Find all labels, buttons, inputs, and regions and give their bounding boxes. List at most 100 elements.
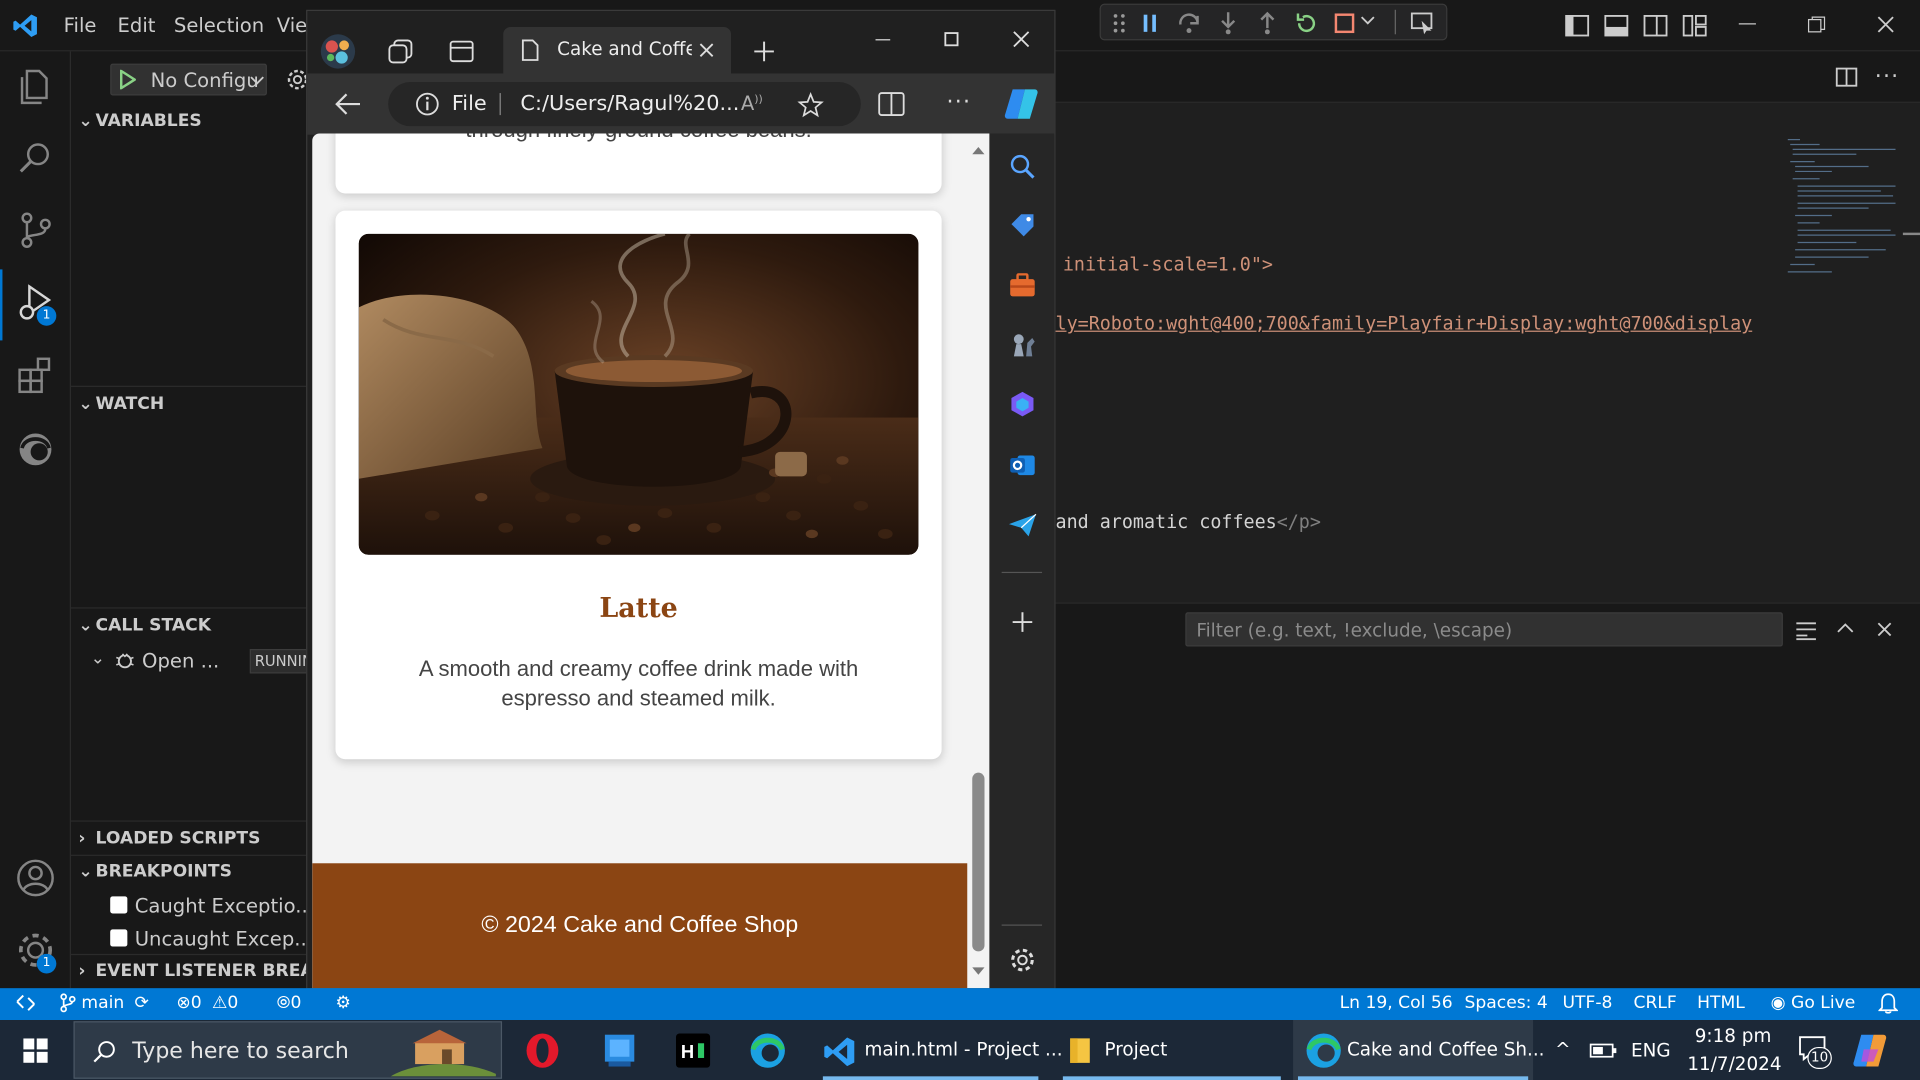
copilot-m365-icon[interactable] (1009, 391, 1036, 418)
tab-actions-icon[interactable] (449, 39, 474, 63)
encoding-status[interactable]: UTF-8 (1562, 993, 1612, 1013)
add-sidebar-app-icon[interactable] (1011, 611, 1033, 633)
branch-status[interactable]: main ⟳ (59, 993, 149, 1013)
minimize-icon[interactable] (1738, 23, 1756, 25)
sync-icon[interactable]: ⟳ (135, 993, 149, 1013)
games-chess-icon[interactable] (1009, 332, 1036, 359)
run-debug-icon[interactable]: 1 (12, 279, 59, 326)
profile-avatar[interactable] (320, 33, 357, 70)
drag-handle-icon[interactable] (1113, 13, 1125, 33)
sidebar-search-icon[interactable] (1009, 153, 1036, 180)
cursor-position[interactable]: Ln 19, Col 56 (1340, 993, 1453, 1013)
call-stack-item[interactable]: ⌄ Open ... RUNNING (91, 647, 324, 674)
extensions-icon[interactable] (12, 353, 59, 400)
stop-icon[interactable] (1333, 12, 1355, 34)
ports-status[interactable]: ⦾0 (277, 993, 302, 1013)
step-out-icon[interactable] (1258, 11, 1278, 35)
scrollbar-thumb[interactable] (972, 772, 985, 952)
web-page-viewport[interactable]: through finely-ground coffee beans. (312, 133, 990, 989)
outlook-icon[interactable] (1009, 452, 1036, 479)
variables-section-header[interactable]: ⌄ VARIABLES (78, 111, 201, 131)
step-over-icon[interactable] (1177, 12, 1201, 34)
breakpoint-caught-item[interactable]: Caught Exceptio... (110, 894, 318, 921)
app-blue-icon[interactable] (602, 1032, 636, 1069)
chevron-down-icon[interactable] (1360, 15, 1375, 27)
toggle-primary-sidebar-icon[interactable] (1565, 15, 1590, 37)
close-icon[interactable] (1876, 15, 1896, 35)
scroll-up-arrow-icon[interactable] (972, 146, 985, 156)
word-wrap-icon[interactable] (1795, 621, 1817, 641)
settings-more-icon[interactable]: ··· (947, 89, 972, 115)
breakpoint-uncaught-item[interactable]: Uncaught Excep... (110, 927, 318, 954)
breakpoints-section-header[interactable]: ⌄ BREAKPOINTS (78, 862, 232, 882)
page-scrollbar[interactable] (967, 133, 990, 989)
debug-status-icon[interactable]: ⚙ (336, 993, 351, 1013)
minimap[interactable] (1783, 137, 1903, 284)
manage-gear-icon[interactable]: 1 (12, 927, 59, 974)
browser-close-icon[interactable] (1013, 31, 1030, 48)
back-arrow-icon[interactable] (334, 92, 361, 116)
browser-minimize-icon[interactable] (875, 39, 891, 41)
restore-icon[interactable] (1807, 16, 1827, 33)
input-language[interactable]: ENG (1631, 1040, 1671, 1062)
more-actions-icon[interactable]: ··· (1875, 64, 1900, 90)
problems-status[interactable]: ⊗0 ⚠0 (176, 993, 238, 1013)
explorer-icon[interactable] (12, 64, 59, 111)
browser-maximize-icon[interactable] (944, 32, 959, 47)
info-icon[interactable] (415, 92, 439, 116)
toggle-secondary-sidebar-icon[interactable] (1643, 15, 1668, 37)
go-live-button[interactable]: ◉ Go Live (1771, 993, 1856, 1013)
send-telegram-icon[interactable] (1008, 513, 1037, 537)
browser-tab[interactable]: Cake and Coffee (503, 26, 732, 74)
notifications-bell-icon[interactable] (1878, 992, 1898, 1014)
address-bar[interactable]: File C:/Users/Ragul%20... A)) (388, 82, 861, 127)
clock-time[interactable]: 9:18 pm (1695, 1025, 1772, 1047)
favorite-star-icon[interactable] (797, 91, 824, 119)
chevron-up-icon[interactable] (1837, 622, 1854, 634)
eol-status[interactable]: CRLF (1633, 993, 1676, 1013)
language-mode-status[interactable]: HTML (1697, 993, 1745, 1013)
read-aloud-icon[interactable]: A)) (741, 92, 763, 115)
customize-layout-icon[interactable] (1682, 15, 1707, 37)
search-icon[interactable] (12, 135, 59, 182)
editor-area[interactable]: ··· initial-scale=1.0"> ly=Roboto:wght@4… (1055, 51, 1920, 603)
source-control-icon[interactable] (12, 207, 59, 254)
restart-icon[interactable] (1294, 11, 1318, 35)
step-into-icon[interactable] (1218, 11, 1238, 35)
shopping-tag-icon[interactable] (1009, 212, 1036, 239)
edge-taskbar-icon[interactable] (749, 1032, 786, 1069)
scroll-down-arrow-icon[interactable] (972, 966, 985, 976)
taskbar-vscode-window[interactable]: main.html - Project ... (813, 1020, 1063, 1080)
watch-section-header[interactable]: ⌄ WATCH (78, 394, 164, 414)
toggle-panel-icon[interactable] (1604, 15, 1629, 37)
menu-file[interactable]: File (64, 13, 97, 36)
menu-view[interactable]: Vie (277, 13, 307, 36)
call-stack-section-header[interactable]: ⌄ CALL STACK (78, 616, 211, 636)
pause-icon[interactable] (1141, 13, 1158, 33)
filter-input[interactable]: Filter (e.g. text, !exclude, \escape) (1185, 612, 1783, 647)
breakpoint-caught-checkbox[interactable] (110, 896, 128, 914)
split-editor-icon[interactable] (1835, 67, 1858, 87)
hackerrank-icon[interactable]: H (675, 1033, 711, 1068)
loaded-scripts-section-header[interactable]: › LOADED SCRIPTS (78, 829, 260, 849)
edge-devtools-icon[interactable] (12, 426, 59, 473)
remote-icon[interactable] (15, 992, 37, 1014)
opera-icon[interactable] (524, 1032, 561, 1069)
inspect-icon[interactable] (1409, 11, 1436, 35)
battery-network-icon[interactable] (1589, 1040, 1618, 1060)
taskbar-edge-window[interactable]: Cake and Coffee Sh... (1293, 1020, 1545, 1080)
show-hidden-icons-icon[interactable]: ^ (1555, 1038, 1570, 1060)
close-panel-icon[interactable] (1876, 621, 1893, 638)
taskbar-search-box[interactable]: Type here to search (73, 1021, 503, 1079)
menu-selection[interactable]: Selection (174, 13, 264, 36)
menu-edit[interactable]: Edit (118, 13, 156, 36)
breakpoint-uncaught-checkbox[interactable] (110, 929, 128, 947)
tools-briefcase-icon[interactable] (1009, 273, 1036, 297)
copilot-taskbar-icon[interactable] (1851, 1032, 1888, 1069)
run-config-select[interactable]: No Configu (110, 63, 267, 96)
new-tab-icon[interactable] (753, 40, 775, 62)
split-screen-icon[interactable] (878, 92, 905, 117)
windows-start-icon[interactable] (23, 1038, 48, 1063)
taskbar-explorer-window[interactable]: Project (1056, 1020, 1289, 1080)
workspaces-icon[interactable] (387, 38, 414, 65)
